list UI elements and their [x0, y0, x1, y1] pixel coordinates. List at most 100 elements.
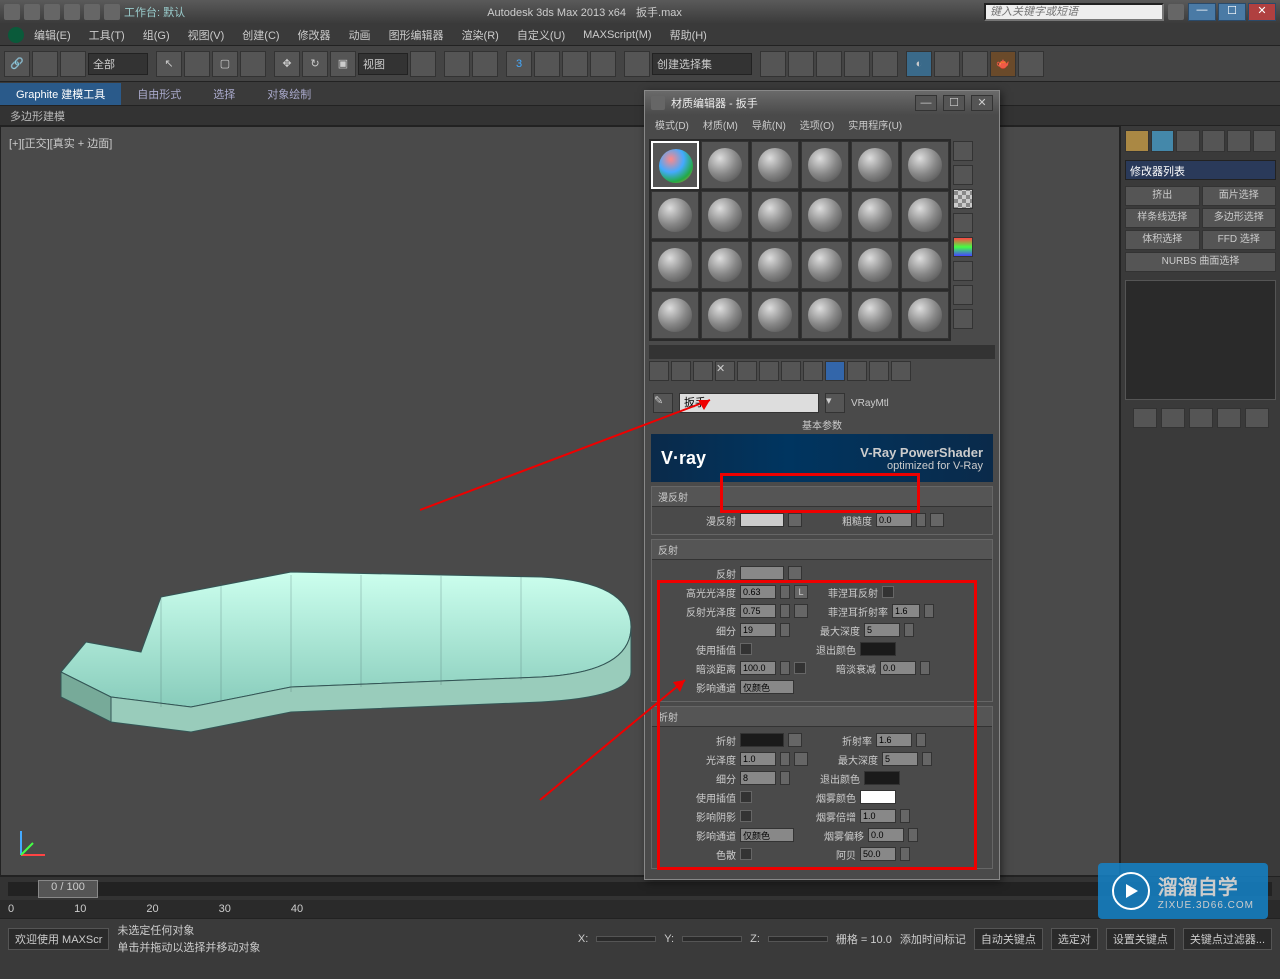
fresnel-ior-spinner[interactable]: 1.6 — [892, 604, 920, 618]
material-slot[interactable] — [701, 141, 749, 189]
material-slot[interactable] — [701, 191, 749, 239]
spinner-arrows[interactable] — [924, 604, 934, 618]
z-field[interactable] — [768, 936, 828, 942]
link-icon[interactable]: 🔗 — [4, 51, 30, 77]
pin-stack-icon[interactable] — [1133, 408, 1157, 428]
material-slot[interactable] — [651, 241, 699, 289]
x-field[interactable] — [596, 936, 656, 942]
hilight-spinner[interactable]: 0.63 — [740, 585, 776, 599]
menu-animation[interactable]: 动画 — [341, 25, 379, 45]
get-material-icon[interactable] — [649, 361, 669, 381]
mod-btn-nurbs[interactable]: NURBS 曲面选择 — [1125, 252, 1276, 272]
mod-btn-polysel[interactable]: 多边形选择 — [1202, 208, 1277, 228]
make-copy-icon[interactable] — [737, 361, 757, 381]
keyfilter-button[interactable]: 关键点过滤器... — [1183, 928, 1272, 950]
fogcolor-swatch[interactable] — [860, 790, 896, 804]
modifier-stack[interactable] — [1125, 280, 1276, 400]
sample-uv-icon[interactable] — [953, 213, 973, 233]
dimdist-checkbox[interactable] — [794, 662, 806, 674]
menu-help[interactable]: 帮助(H) — [662, 25, 715, 45]
disp-checkbox[interactable] — [740, 848, 752, 860]
select-icon[interactable]: ↖ — [156, 51, 182, 77]
save-icon[interactable] — [64, 4, 80, 20]
mod-btn-extrude[interactable]: 挤出 — [1125, 186, 1200, 206]
mat-menu-util[interactable]: 实用程序(U) — [842, 115, 908, 135]
material-editor-icon[interactable]: ◐ — [906, 51, 932, 77]
material-slot[interactable] — [851, 241, 899, 289]
refl-gloss-spinner[interactable]: 0.75 — [740, 604, 776, 618]
menu-modifiers[interactable]: 修改器 — [290, 25, 339, 45]
align-icon[interactable] — [788, 51, 814, 77]
render-setup-icon[interactable] — [934, 51, 960, 77]
help-search[interactable] — [984, 3, 1164, 21]
ribbon-sub[interactable]: 多边形建模 — [0, 106, 1280, 126]
material-slot[interactable] — [701, 241, 749, 289]
setkey-button[interactable]: 设置关键点 — [1106, 928, 1175, 950]
named-sel-icon[interactable] — [624, 51, 650, 77]
modifier-list[interactable]: 修改器列表 — [1125, 160, 1276, 180]
time-slider[interactable]: 0 / 100 — [8, 882, 1272, 896]
mat-menu-options[interactable]: 选项(O) — [794, 115, 840, 135]
remove-mod-icon[interactable] — [1217, 408, 1241, 428]
ribbon-tab-graphite[interactable]: Graphite 建模工具 — [0, 83, 121, 105]
diffuse-swatch[interactable] — [740, 513, 784, 527]
named-sel-set[interactable]: 创建选择集 — [652, 53, 752, 75]
menu-tools[interactable]: 工具(T) — [81, 25, 133, 45]
mat-max-button[interactable]: ☐ — [943, 95, 965, 111]
layers-icon[interactable] — [816, 51, 842, 77]
unlink-icon[interactable] — [32, 51, 58, 77]
new-icon[interactable] — [24, 4, 40, 20]
spinner-arrows[interactable] — [916, 733, 926, 747]
spinner-arrows[interactable] — [916, 513, 926, 527]
material-slot[interactable] — [651, 141, 699, 189]
select-name-icon[interactable] — [184, 51, 210, 77]
mod-btn-splinesel[interactable]: 样条线选择 — [1125, 208, 1200, 228]
subdiv-spinner[interactable]: 19 — [740, 623, 776, 637]
refract-map-button[interactable] — [788, 733, 802, 747]
modify-tab-icon[interactable] — [1151, 130, 1175, 152]
show-end-icon[interactable] — [1161, 408, 1185, 428]
help-icon[interactable] — [1168, 4, 1184, 20]
spinner-arrows[interactable] — [900, 809, 910, 823]
curve-editor-icon[interactable] — [844, 51, 870, 77]
menu-view[interactable]: 视图(V) — [180, 25, 233, 45]
redo-icon[interactable] — [104, 4, 120, 20]
menu-customize[interactable]: 自定义(U) — [509, 25, 573, 45]
spinner-arrows[interactable] — [908, 828, 918, 842]
menu-group[interactable]: 组(G) — [135, 25, 178, 45]
render-prod-icon[interactable] — [1018, 51, 1044, 77]
time-slider-handle[interactable]: 0 / 100 — [38, 880, 98, 898]
roughness-map-button[interactable] — [930, 513, 944, 527]
sample-type-icon[interactable] — [953, 141, 973, 161]
window-crossing-icon[interactable] — [240, 51, 266, 77]
refr-gloss-map-button[interactable] — [794, 752, 808, 766]
app-menu-icon[interactable] — [8, 27, 24, 43]
goto-sibling-icon[interactable] — [891, 361, 911, 381]
addtime-label[interactable]: 添加时间标记 — [900, 931, 966, 947]
move-icon[interactable]: ✥ — [274, 51, 300, 77]
pick-material-icon[interactable]: ✎ — [653, 393, 673, 413]
abbe-spinner[interactable]: 50.0 — [860, 847, 896, 861]
material-type-button[interactable]: VRayMtl — [851, 398, 889, 409]
close-button[interactable]: ✕ — [1248, 3, 1276, 21]
spinner-arrows[interactable] — [780, 585, 790, 599]
material-slot[interactable] — [701, 291, 749, 339]
name-dropdown-icon[interactable]: ▾ — [825, 393, 845, 413]
ribbon-tab-paint[interactable]: 对象绘制 — [251, 83, 327, 105]
undo-icon[interactable] — [84, 4, 100, 20]
refr-exitcolor-swatch[interactable] — [864, 771, 900, 785]
ior-spinner[interactable]: 1.6 — [876, 733, 912, 747]
rotate-icon[interactable]: ↻ — [302, 51, 328, 77]
material-slot[interactable] — [801, 241, 849, 289]
manip-icon[interactable] — [444, 51, 470, 77]
mat-close-button[interactable]: ✕ — [971, 95, 993, 111]
assign-to-sel-icon[interactable] — [693, 361, 713, 381]
put-to-scene-icon[interactable] — [671, 361, 691, 381]
show-in-vp-icon[interactable] — [825, 361, 845, 381]
utilities-tab-icon[interactable] — [1253, 130, 1277, 152]
refr-maxdepth-spinner[interactable]: 5 — [882, 752, 918, 766]
make-unique-icon[interactable] — [759, 361, 779, 381]
spinner-arrows[interactable] — [920, 661, 930, 675]
material-name-field[interactable]: 扳手 — [679, 393, 819, 413]
slot-scrollbar[interactable] — [649, 345, 995, 359]
